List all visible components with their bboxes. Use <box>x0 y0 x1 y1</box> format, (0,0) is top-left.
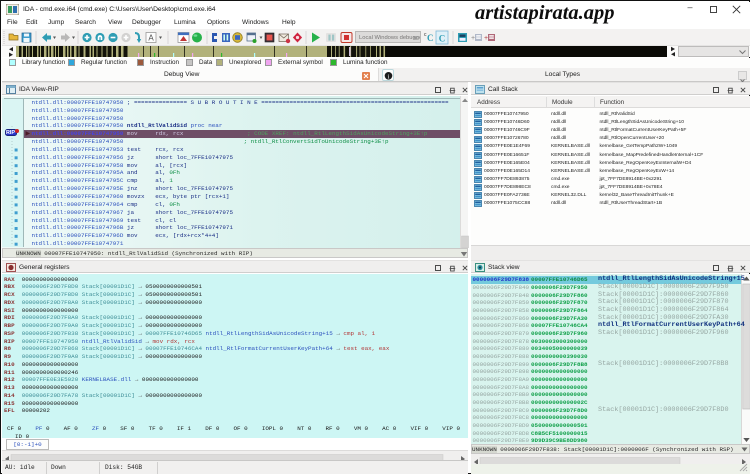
svg-text:C: C <box>439 34 446 44</box>
svg-text:+: + <box>471 35 475 42</box>
svg-text:+: + <box>484 35 488 42</box>
svg-text:A: A <box>148 34 154 43</box>
svg-text:i: i <box>387 73 389 80</box>
svg-text:C: C <box>427 33 434 43</box>
